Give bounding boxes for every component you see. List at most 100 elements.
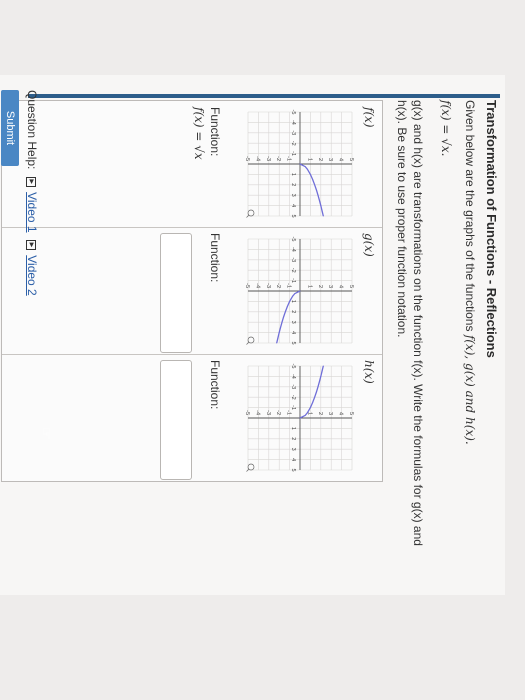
intro-line: Given below are the graphs of the functi…: [463, 100, 477, 445]
x-tick-label: -2: [290, 395, 296, 400]
intro-functions: f(x), g(x) and h(x).: [463, 334, 477, 445]
y-tick-label: 3: [327, 158, 333, 161]
data-point: [281, 321, 283, 323]
x-tick-label: 4: [290, 331, 296, 334]
y-tick-label: 4: [338, 285, 344, 288]
y-tick-label: -1: [286, 156, 292, 161]
data-point: [280, 326, 282, 328]
video-2-link[interactable]: Video 2: [25, 255, 39, 295]
data-point: [294, 293, 296, 295]
x-tick-label: -2: [290, 268, 296, 273]
data-point: [315, 391, 317, 393]
x-tick-label: 3: [290, 321, 296, 324]
x-tick-label: -3: [290, 384, 296, 389]
question-help: Question Help: ▶ Video 1 ▶ Video 2: [25, 90, 39, 296]
y-tick-label: -2: [275, 410, 281, 415]
data-point: [289, 300, 291, 302]
x-tick-label: 1: [290, 173, 296, 176]
data-point: [322, 365, 324, 367]
table-divider-2: [2, 354, 382, 355]
y-tick-label: -3: [265, 410, 271, 415]
function-input-h[interactable]: [160, 360, 192, 480]
data-point: [306, 412, 308, 414]
x-tick-label: -5: [290, 110, 296, 115]
y-tick-label: -3: [265, 156, 271, 161]
y-tick-label: 4: [338, 158, 344, 161]
x-tick-label: -4: [290, 247, 296, 252]
y-tick-label: -3: [265, 283, 271, 288]
data-point: [315, 189, 317, 191]
data-point: [309, 407, 311, 409]
x-tick-label: -5: [290, 364, 296, 369]
x-tick-label: 5: [290, 214, 296, 217]
video-icon-2: ▶: [26, 239, 37, 250]
graph-h: -5-4-3-2-11234554321-1-2-3-4-5: [244, 364, 354, 472]
y-tick-label: -4: [254, 283, 260, 288]
x-tick-label: 4: [290, 458, 296, 461]
x-tick-label: -5: [290, 237, 296, 242]
y-tick-label: 5: [348, 412, 354, 415]
graph-g: -5-4-3-2-11234554321-1-2-3-4-5: [244, 237, 354, 345]
function-label-h: Function:: [208, 360, 222, 410]
intro-text: Given below are the graphs of the functi…: [463, 100, 477, 332]
data-point: [306, 168, 308, 170]
x-tick-label: -4: [290, 374, 296, 379]
graph-f: -5-4-3-2-11234554321-1-2-3-4-5: [244, 110, 354, 218]
x-tick-label: 4: [290, 204, 296, 207]
x-tick-label: 1: [290, 427, 296, 430]
mouse-cursor-icon: ☞: [39, 427, 55, 440]
x-tick-label: 2: [290, 437, 296, 440]
y-tick-label: -4: [254, 156, 260, 161]
data-point: [318, 381, 320, 383]
data-point: [314, 184, 316, 186]
y-tick-label: 5: [348, 285, 354, 288]
x-tick-label: -4: [290, 120, 296, 125]
data-point: [304, 166, 306, 168]
y-tick-label: -5: [244, 283, 250, 288]
x-tick-label: 3: [290, 194, 296, 197]
submit-question-button[interactable]: Submit Question: [1, 90, 19, 166]
function-value-f: f(x) = √x: [192, 107, 206, 160]
x-tick-label: 2: [290, 310, 296, 313]
series-line: [276, 290, 301, 344]
data-point: [276, 342, 278, 344]
series-line: [299, 163, 324, 217]
x-tick-label: -3: [290, 257, 296, 262]
graph-label-g: g(x): [362, 233, 376, 257]
x-tick-label: 3: [290, 448, 296, 451]
data-point: [304, 414, 306, 416]
y-tick-label: 3: [327, 285, 333, 288]
data-point: [322, 215, 324, 217]
y-tick-label: 5: [348, 158, 354, 161]
y-tick-label: 2: [317, 285, 323, 288]
x-tick-label: 2: [290, 183, 296, 186]
data-point: [292, 295, 294, 297]
data-point: [317, 386, 319, 388]
y-tick-label: -4: [254, 410, 260, 415]
data-point: [321, 370, 323, 372]
data-point: [320, 375, 322, 377]
data-point: [314, 396, 316, 398]
instructions-line-2: h(x). Be sure to use proper function not…: [395, 100, 409, 338]
data-point: [277, 337, 279, 339]
function-label-g: Function:: [208, 233, 222, 283]
base-function: f(x) = √x.: [439, 100, 453, 157]
y-tick-label: -2: [275, 156, 281, 161]
video-1-link[interactable]: Video 1: [25, 192, 39, 232]
data-point: [312, 179, 314, 181]
data-point: [318, 199, 320, 201]
y-tick-label: -1: [286, 283, 292, 288]
y-tick-label: 2: [317, 158, 323, 161]
y-tick-label: 1: [306, 285, 312, 288]
y-tick-label: 2: [317, 412, 323, 415]
function-label-f: Function:: [208, 107, 222, 157]
data-point: [299, 163, 301, 165]
page-title: Transformation of Functions - Reflection…: [484, 100, 499, 358]
data-point: [321, 210, 323, 212]
y-tick-label: -5: [244, 156, 250, 161]
data-point: [309, 173, 311, 175]
function-input-g[interactable]: [160, 233, 192, 353]
data-point: [299, 417, 301, 419]
y-tick-label: 1: [306, 158, 312, 161]
data-point: [284, 311, 286, 313]
